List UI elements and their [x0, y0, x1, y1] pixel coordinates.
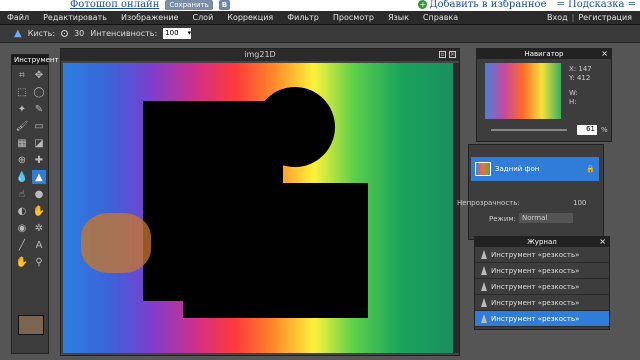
toolbox-panel: Инструмент ⌗ ✥ ⬚ ◯ ✦ ✎ 🖌 ▭ ▦ ◪ ⊕ ✚ 💧 ▲ ☝…	[11, 54, 59, 354]
layers-panel: Задний фон 🔒 Непрозрачность: 100 Режим: …	[457, 144, 604, 240]
close-icon[interactable]: ×	[449, 51, 456, 58]
auth-links: Вход | Регистрация	[547, 13, 640, 22]
blur-icon[interactable]: 💧	[15, 170, 29, 184]
menu-filter[interactable]: Фильтр	[280, 13, 326, 22]
colorpicker-icon[interactable]: ✚	[32, 153, 46, 167]
history-panel: Журнал × Инструмент «резкость» Инструмент…	[474, 236, 610, 330]
orange-smudge	[81, 213, 151, 273]
image-canvas[interactable]	[63, 63, 455, 353]
pen-icon[interactable]: ╱	[15, 238, 29, 252]
lock-icon: 🔒	[586, 165, 595, 173]
menu-language[interactable]: Язык	[381, 13, 416, 22]
crop-icon[interactable]: ⌗	[15, 68, 29, 82]
marquee-icon[interactable]: ⬚	[15, 85, 29, 99]
color-swatch[interactable]	[18, 315, 44, 335]
close-icon[interactable]: ×	[601, 49, 608, 59]
pencil-icon[interactable]: ✎	[32, 102, 46, 116]
document-title-bar[interactable]: img21D ▫ ×	[61, 49, 459, 61]
eraser-icon[interactable]: ▭	[32, 119, 46, 133]
sharpen-icon	[481, 298, 487, 307]
add-favorites-link[interactable]: + Добавить в избранное	[418, 0, 547, 10]
sponge-icon[interactable]: ●	[32, 187, 46, 201]
plus-icon: +	[418, 0, 428, 9]
zoom-slider[interactable]	[491, 129, 567, 131]
lasso-icon[interactable]: ◯	[32, 85, 46, 99]
navigator-info: X: 147 Y: 412 W: H:	[569, 65, 592, 106]
burn-icon[interactable]: ✋	[32, 204, 46, 218]
mode-label: Режим:	[489, 215, 517, 223]
top-bar: Фотошоп онлайн Сохранить В + Добавить в и…	[0, 0, 640, 11]
opacity-label: Непрозрачность:	[457, 199, 520, 207]
sharpen-icon	[481, 314, 487, 323]
history-item[interactable]: Инструмент «резкость»	[475, 295, 609, 311]
navigator-title: Навигатор	[524, 50, 564, 58]
gradient-icon[interactable]: ▦	[15, 136, 29, 150]
history-item-selected[interactable]: Инструмент «резкость»	[475, 311, 609, 327]
history-item[interactable]: Инструмент «резкость»	[475, 279, 609, 295]
auth-separator: |	[571, 13, 575, 22]
layer-name: Задний фон	[495, 165, 540, 173]
login-link[interactable]: Вход	[547, 13, 568, 22]
intensity-field[interactable]: 100 ▾	[163, 28, 192, 39]
maximize-icon[interactable]: ▫	[439, 51, 446, 58]
chevron-down-icon[interactable]: ▾	[188, 28, 192, 39]
sharpen-icon	[481, 250, 487, 259]
layer-thumbnail	[475, 162, 491, 176]
zoom-field[interactable]: 61	[577, 125, 597, 135]
sharpen-icon[interactable]: ▲	[32, 170, 46, 184]
brush-shape-round[interactable]	[61, 30, 69, 37]
black-shape-head	[255, 87, 335, 167]
menu-image[interactable]: Изображение	[114, 13, 186, 22]
menu-view[interactable]: Просмотр	[326, 13, 381, 22]
sharpen-tool-icon: ▲	[14, 28, 22, 39]
zoom-unit: %	[601, 126, 608, 134]
menu-file[interactable]: Файл	[0, 13, 36, 22]
register-link[interactable]: Регистрация	[578, 13, 632, 22]
clone-icon[interactable]: ⊕	[15, 153, 29, 167]
history-title: Журнал	[527, 238, 557, 246]
site-link[interactable]: Фотошоп онлайн	[70, 0, 159, 10]
redeye-icon[interactable]: ◉	[15, 221, 29, 235]
dodge-icon[interactable]: ◐	[15, 204, 29, 218]
tool-options: ▲ Кисть: 30 Интенсивность: 100 ▾	[0, 25, 640, 43]
hand-icon[interactable]: ✋	[15, 255, 29, 269]
toolbox-title: Инструмент	[12, 55, 59, 65]
mode-select[interactable]: Normal	[519, 213, 573, 223]
navigator-panel: Навигатор × X: 147 Y: 412 W: H: 61 %	[476, 48, 612, 142]
history-item[interactable]: Инструмент «резкость»	[475, 247, 609, 263]
bucket-icon[interactable]: ◪	[32, 136, 46, 150]
smudge-icon[interactable]: ☝	[15, 187, 29, 201]
opacity-value[interactable]: 100	[573, 199, 586, 207]
history-item[interactable]: Инструмент «резкость»	[475, 263, 609, 279]
navigator-thumbnail[interactable]	[485, 63, 561, 119]
hint-link[interactable]: = Подсказка =	[557, 0, 637, 10]
intensity-label: Интенсивность:	[90, 29, 158, 38]
black-shape-right	[183, 183, 368, 318]
menu-help[interactable]: Справка	[416, 13, 465, 22]
vk-icon[interactable]: В	[218, 0, 231, 10]
menu-edit[interactable]: Редактировать	[36, 13, 114, 22]
zoom-icon[interactable]: ⚲	[32, 255, 46, 269]
menu-adjust[interactable]: Коррекция	[220, 13, 280, 22]
sharpen-icon	[481, 266, 487, 275]
document-title: img21D	[244, 50, 276, 59]
wand-icon[interactable]: ✦	[15, 102, 29, 116]
layer-row[interactable]: Задний фон 🔒	[471, 157, 599, 181]
save-button[interactable]: Сохранить	[165, 0, 213, 10]
menu-layer[interactable]: Слой	[185, 13, 220, 22]
sharpen-icon	[481, 282, 487, 291]
document-window: img21D ▫ ×	[60, 48, 460, 356]
close-icon[interactable]: ×	[599, 237, 606, 247]
menu-bar: Файл Редактировать Изображение Слой Корр…	[0, 11, 640, 25]
brush-icon[interactable]: 🖌	[15, 119, 29, 133]
brush-label: Кисть:	[27, 29, 56, 38]
text-icon[interactable]: A	[32, 238, 46, 252]
brush-size[interactable]: 30	[74, 29, 84, 38]
spot-heal-icon[interactable]: ✲	[32, 221, 46, 235]
move-icon[interactable]: ✥	[32, 68, 46, 82]
vertical-scrollbar[interactable]	[453, 63, 459, 353]
